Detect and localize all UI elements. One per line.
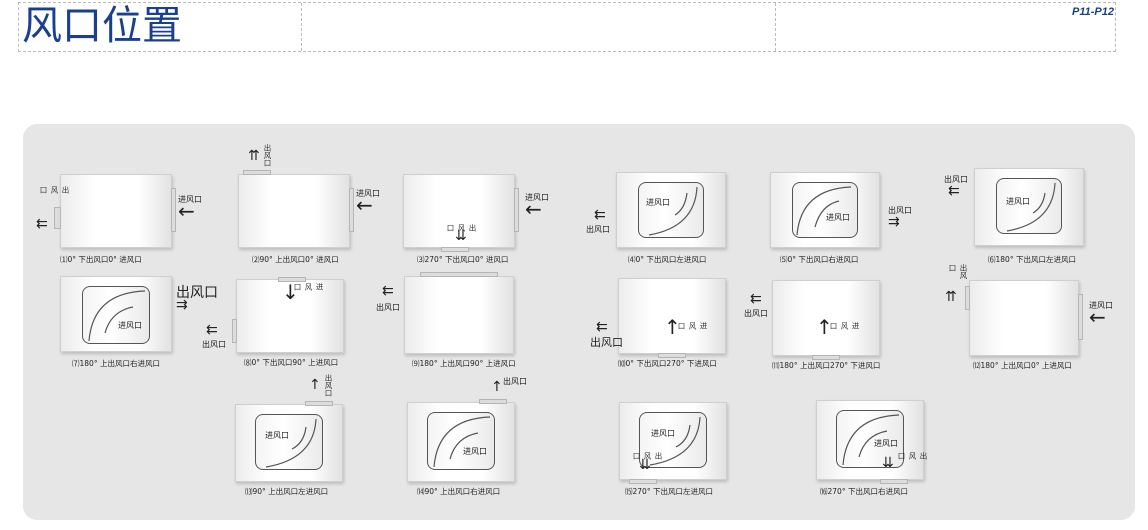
outlet-label: 出风口: [324, 374, 333, 397]
inlet-flange: [349, 188, 354, 232]
unit-body: [404, 276, 514, 354]
outlet-arrow-icon: ⇈: [248, 148, 260, 164]
outlet-arrow-icon: ⇈: [945, 289, 957, 305]
inlet-arrow-icon: ←: [178, 199, 195, 223]
caption: ⒁90° 上出风口右进风口: [417, 487, 501, 496]
inlet-label: 进风口: [646, 198, 670, 207]
outlet-arrow-icon: ↑: [491, 379, 503, 395]
caption: ⑴0° 下出风口0° 进风口: [60, 255, 142, 264]
outlet-arrow-icon: ⇇: [382, 283, 394, 299]
access-window: [638, 182, 704, 238]
inlet-label: 进风口: [265, 431, 289, 440]
inlet-label: 进风口: [463, 447, 487, 456]
outlet-flange: [629, 479, 657, 484]
inlet-label: 进风口: [118, 321, 142, 330]
outlet-flange: [243, 170, 271, 175]
caption: ⑸0° 下出风口右进风口: [780, 255, 859, 264]
outlet-flange: [232, 319, 237, 343]
access-window: [255, 414, 323, 470]
outlet-arrow-icon: ⇊: [455, 228, 467, 244]
outlet-arrow-icon: ⇇: [948, 183, 960, 199]
page-title: 风口位置: [22, 3, 182, 49]
airflow-curve: [265, 418, 317, 468]
inlet-arrow-icon: ←: [1089, 305, 1106, 329]
caption: ⑺180° 上出风口右进风口: [72, 359, 160, 368]
header-divider: [775, 3, 776, 51]
inlet-label: 进风口: [826, 213, 850, 222]
inlet-label: 进风口: [293, 283, 324, 291]
caption: ⑹180° 下出风口左进风口: [988, 255, 1076, 264]
airflow-curve: [796, 186, 852, 236]
outlet-flange: [441, 247, 469, 252]
outlet-flange: [479, 399, 507, 404]
outlet-label: 出风口: [948, 264, 968, 279]
outlet-label: 出风口: [376, 303, 400, 312]
outlet-arrow-icon: ⇇: [36, 216, 48, 232]
caption: ⑿180° 上出风口0° 上进风口: [973, 361, 1072, 370]
caption: ⑷0° 下出风口左进风口: [628, 255, 707, 264]
outlet-flange: [54, 207, 61, 229]
header-bar: [18, 2, 1116, 52]
outlet-arrow-icon: ⇇: [594, 207, 606, 223]
page-reference: P11-P12: [1072, 6, 1114, 18]
unit-body: [969, 280, 1079, 356]
outlet-arrow-icon: ⇇: [206, 322, 218, 338]
inlet-flange: [171, 188, 176, 232]
caption: ⑽0° 下出风口270° 下进风口: [618, 359, 717, 368]
outlet-label: 出风口: [744, 309, 768, 318]
caption: ⑵90° 上出风口0° 进风口: [252, 255, 339, 264]
outlet-label: 出风口: [586, 225, 610, 234]
unit-body: [238, 174, 350, 248]
outlet-arrow-icon: ↑: [309, 377, 321, 393]
outlet-label: 出风口: [39, 186, 70, 194]
caption: ⒂270° 下出风口左进风口: [625, 487, 713, 496]
header-divider: [301, 3, 302, 51]
outlet-arrow-icon: ⇉: [176, 297, 188, 313]
inlet-label: 进风口: [874, 439, 898, 448]
outlet-label: 出风口: [590, 336, 623, 349]
outlet-arrow-icon: ⇉: [888, 214, 900, 230]
caption: ⑾180° 上出风口270° 下进风口: [772, 361, 881, 370]
airflow-curve: [648, 186, 698, 236]
outlet-flange: [965, 286, 970, 310]
inlet-arrow-icon: ←: [525, 197, 542, 221]
caption: ⒃270° 下出风口右进风口: [820, 487, 908, 496]
inlet-flange: [514, 188, 519, 232]
inlet-label: 进风口: [829, 322, 860, 330]
caption: ⑼180° 上出风口90° 上进风口: [412, 359, 516, 368]
outlet-label: 出风口: [202, 340, 226, 349]
airflow-curve: [433, 416, 491, 468]
caption: ⑶270° 下出风口0° 进风口: [417, 255, 509, 264]
airflow-curve: [88, 290, 146, 342]
outlet-label: 出风口: [263, 144, 272, 167]
access-window: [427, 412, 495, 470]
caption: ⑻0° 下出风口90° 上进风口: [244, 358, 339, 367]
outlet-arrow-icon: ⇇: [750, 291, 762, 307]
inlet-label: 进风口: [1006, 197, 1030, 206]
caption: ⒀90° 上出风口左进风口: [245, 487, 329, 496]
access-window: [82, 286, 150, 344]
outlet-flange: [305, 401, 333, 406]
inlet-flange: [1078, 294, 1083, 340]
inlet-label: 进风口: [677, 322, 708, 330]
outlet-flange: [880, 479, 908, 484]
top-flange: [420, 272, 498, 277]
outlet-label: 出风口: [503, 377, 527, 386]
unit-body: [60, 174, 172, 248]
outlet-arrow-icon: ⇇: [596, 319, 608, 335]
outlet-arrow-icon: ⇊: [882, 455, 894, 471]
inlet-label: 进风口: [651, 429, 675, 438]
inlet-arrow-icon: ←: [356, 193, 373, 217]
outlet-arrow-icon: ⇊: [639, 457, 651, 473]
access-window: [792, 182, 858, 238]
diagram-panel: 出风口 ⇇ 进风口 ← ⑴0° 下出风口0° 进风口 ⇈ 出风口 进风口 ← ⑵…: [23, 124, 1135, 520]
outlet-label: 出风口: [897, 452, 928, 460]
